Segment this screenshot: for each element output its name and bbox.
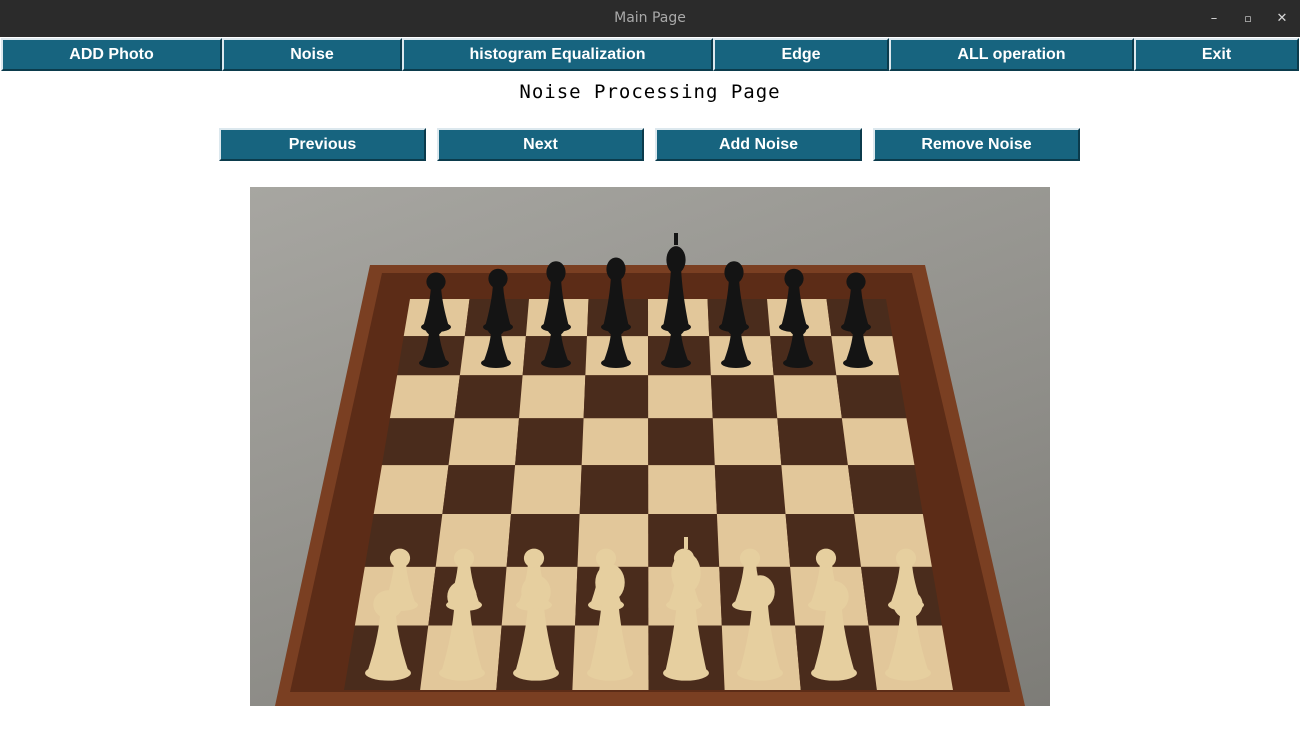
board-square xyxy=(836,375,907,419)
histogram-equalization-button[interactable]: histogram Equalization xyxy=(402,38,713,71)
board-square xyxy=(373,465,449,515)
board-square xyxy=(773,375,842,419)
board-square xyxy=(389,375,460,419)
board-square xyxy=(854,514,932,567)
menu-bar: ADD Photo Noise histogram Equalization E… xyxy=(0,37,1300,71)
board-square xyxy=(648,418,715,466)
board-square xyxy=(583,375,649,419)
minimize-icon[interactable]: – xyxy=(1199,0,1229,37)
board-square xyxy=(710,375,778,419)
board-square xyxy=(777,418,848,466)
board-square xyxy=(648,375,713,419)
board-square xyxy=(515,418,584,466)
board-square xyxy=(712,418,782,466)
board-square xyxy=(510,465,582,515)
close-icon[interactable]: ✕ xyxy=(1267,0,1297,37)
board-square xyxy=(519,375,586,419)
board-square xyxy=(648,465,717,515)
board-square xyxy=(847,465,923,515)
board-square xyxy=(781,465,855,515)
noise-button[interactable]: Noise xyxy=(222,38,402,71)
chessboard-image xyxy=(275,233,1025,706)
edge-button[interactable]: Edge xyxy=(713,38,889,71)
board-square xyxy=(454,375,523,419)
exit-button[interactable]: Exit xyxy=(1134,38,1299,71)
maximize-icon[interactable]: ▫ xyxy=(1233,0,1263,37)
board-square xyxy=(442,465,516,515)
board-square xyxy=(714,465,786,515)
board-square xyxy=(381,418,455,466)
page-title: Noise Processing Page xyxy=(519,81,781,103)
chessboard-photo xyxy=(250,187,1050,706)
board-square xyxy=(579,465,649,515)
remove-noise-button[interactable]: Remove Noise xyxy=(873,128,1080,161)
all-operation-button[interactable]: ALL operation xyxy=(889,38,1134,71)
next-button[interactable]: Next xyxy=(437,128,644,161)
window-titlebar: Main Page – ▫ ✕ xyxy=(0,0,1300,37)
board-square xyxy=(581,418,649,466)
board-square xyxy=(448,418,520,466)
add-photo-button[interactable]: ADD Photo xyxy=(1,38,222,71)
previous-button[interactable]: Previous xyxy=(219,128,426,161)
board-square xyxy=(841,418,915,466)
add-noise-button[interactable]: Add Noise xyxy=(655,128,862,161)
window-title: Main Page xyxy=(614,10,686,26)
